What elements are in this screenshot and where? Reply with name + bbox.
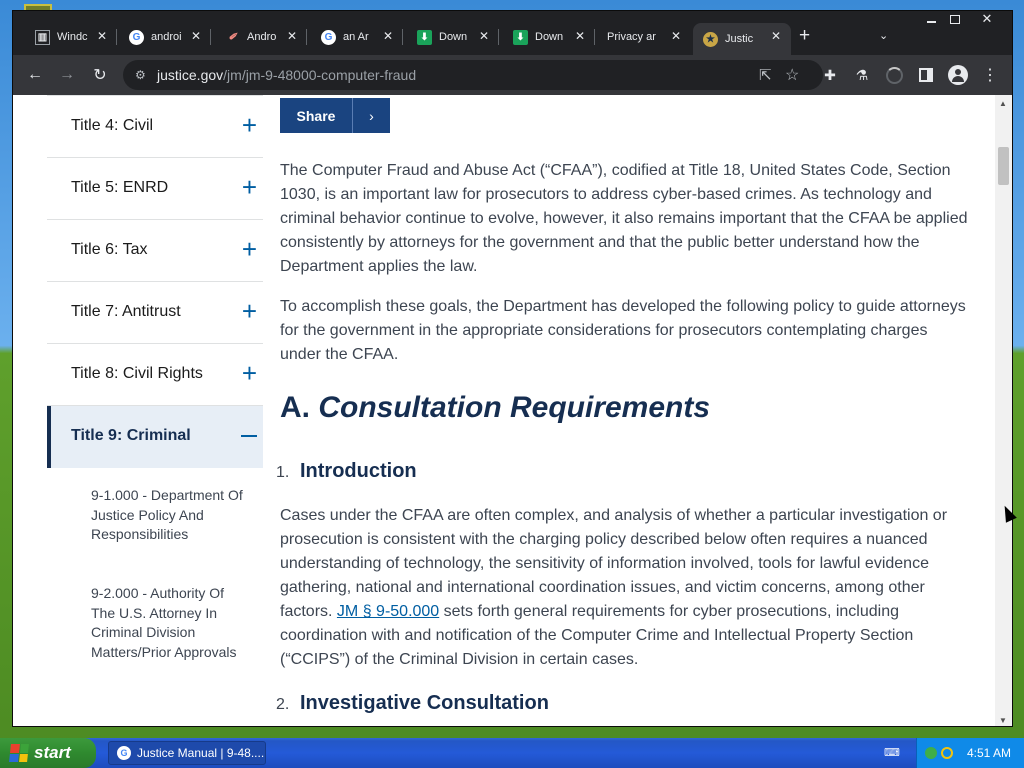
jm-9-50000-link[interactable]: JM § 9-50.000	[337, 603, 439, 620]
taskbar: start G Justice Manual | 9-48.... ⌨ 4:51…	[0, 738, 1024, 768]
sidebar-item-title-6[interactable]: Title 6: Tax +	[47, 220, 263, 282]
expand-plus-icon[interactable]: +	[242, 110, 257, 140]
expand-plus-icon[interactable]: +	[242, 172, 257, 202]
system-tray: 4:51 AM	[916, 738, 1024, 768]
android-icon: ✐	[228, 31, 237, 43]
sidebar-item-title-7[interactable]: Title 7: Antitrust +	[47, 282, 263, 344]
download-icon: ⬇	[417, 29, 432, 45]
loading-spinner-icon	[883, 64, 905, 86]
bookmark-star-icon[interactable]: ☆	[785, 65, 799, 85]
scroll-down-arrow-icon[interactable]: ▼	[999, 716, 1007, 725]
close-tab-icon[interactable]: ✕	[575, 29, 585, 43]
menu-kebab-icon[interactable]: ⋮	[979, 64, 1001, 86]
tab-android[interactable]: ✐ Andro ✕	[215, 23, 307, 51]
download-icon: ⬇	[513, 29, 528, 45]
window-icon: ▥	[35, 29, 50, 45]
extensions-puzzle-icon[interactable]: ✚	[819, 64, 841, 86]
sidebar-item-title-8[interactable]: Title 8: Civil Rights +	[47, 344, 263, 406]
page-viewport: Title 4: Civil + Title 5: ENRD + Title 6…	[13, 95, 1012, 726]
sidebar-subitem-9-2000[interactable]: 9-2.000 - Authority Of The U.S. Attorney…	[91, 584, 251, 662]
close-tab-icon[interactable]: ✕	[479, 29, 489, 43]
network-icon[interactable]	[925, 747, 937, 759]
labs-flask-icon[interactable]: ⚗	[851, 64, 873, 86]
subsection-investigative-consultation-heading: 2. Investigative Consultation	[276, 692, 549, 714]
doj-seal-icon: ★	[703, 31, 718, 47]
intro-paragraph-1: The Computer Fraud and Abuse Act (“CFAA”…	[280, 162, 968, 275]
forward-arrow-icon[interactable]: →	[55, 63, 79, 87]
tab-an-android-search[interactable]: G an Ar ✕	[311, 23, 403, 51]
clock[interactable]: 4:51 AM	[967, 746, 1011, 760]
tab-privacy[interactable]: Privacy ar ✕	[597, 23, 691, 51]
google-icon: G	[129, 29, 144, 45]
sidebar-item-title-5[interactable]: Title 5: ENRD +	[47, 158, 263, 220]
justice-manual-sidebar: Title 4: Civil + Title 5: ENRD + Title 6…	[47, 95, 263, 660]
chrome-icon: G	[117, 746, 131, 760]
section-a-heading: A. Consultation Requirements	[280, 391, 711, 424]
close-tab-icon[interactable]: ✕	[97, 29, 107, 43]
profile-avatar-icon[interactable]	[947, 64, 969, 86]
new-tab-button[interactable]: +	[799, 26, 810, 45]
close-tab-icon[interactable]: ✕	[671, 29, 681, 43]
minimize-button[interactable]	[919, 11, 943, 27]
taskbar-chrome-window[interactable]: G Justice Manual | 9-48....	[108, 741, 266, 765]
tab-search-chevron-down-icon[interactable]: ⌄	[879, 29, 888, 42]
subsection-introduction-heading: 1. Introduction	[276, 460, 417, 482]
introduction-paragraph: Cases under the CFAA are often complex, …	[280, 507, 948, 668]
intro-paragraph-2: To accomplish these goals, the Departmen…	[280, 298, 966, 363]
sidebar-item-title-4[interactable]: Title 4: Civil +	[47, 95, 263, 158]
browser-toolbar: ← → ↻ ⚙ justice.gov/jm/jm-9-48000-comput…	[13, 55, 1012, 95]
chevron-right-icon: ›	[352, 98, 390, 133]
url-text[interactable]: justice.gov/jm/jm-9-48000-computer-fraud	[157, 67, 416, 83]
keyboard-icon[interactable]: ⌨	[884, 746, 900, 759]
tab-strip: ▥ Windc ✕ G androi ✕ ✐ Andro ✕ G an Ar ✕…	[13, 11, 1012, 55]
start-button[interactable]: start	[0, 738, 96, 768]
reload-icon[interactable]: ↻	[88, 63, 112, 87]
close-tab-icon[interactable]: ✕	[287, 29, 297, 43]
expand-plus-icon[interactable]: +	[242, 296, 257, 326]
scrollbar-thumb[interactable]	[998, 147, 1009, 185]
close-tab-icon[interactable]: ✕	[191, 29, 201, 43]
page-scrollbar[interactable]: ▲ ▼	[995, 95, 1012, 726]
tab-download-1[interactable]: ⬇ Down ✕	[407, 23, 499, 51]
close-tab-icon[interactable]: ✕	[771, 29, 781, 43]
close-window-button[interactable]: ✕	[975, 11, 999, 27]
search-icon[interactable]	[941, 747, 953, 759]
address-bar[interactable]: ⚙ justice.gov/jm/jm-9-48000-computer-fra…	[123, 60, 823, 90]
maximize-button[interactable]	[943, 11, 967, 27]
close-tab-icon[interactable]: ✕	[383, 29, 393, 43]
collapse-minus-icon[interactable]	[241, 435, 257, 437]
sidebar-item-title-9[interactable]: Title 9: Criminal	[47, 406, 263, 468]
tab-windows[interactable]: ▥ Windc ✕	[25, 23, 117, 51]
windows-flag-icon	[9, 744, 29, 762]
expand-plus-icon[interactable]: +	[242, 358, 257, 388]
side-panel-icon[interactable]	[915, 64, 937, 86]
scroll-up-arrow-icon[interactable]: ▲	[999, 99, 1007, 108]
chrome-window: ▥ Windc ✕ G androi ✕ ✐ Andro ✕ G an Ar ✕…	[12, 10, 1013, 727]
expand-plus-icon[interactable]: +	[242, 234, 257, 264]
google-icon: G	[321, 29, 336, 45]
tab-download-2[interactable]: ⬇ Down ✕	[503, 23, 595, 51]
sidebar-subitem-9-1000[interactable]: 9-1.000 - Department Of Justice Policy A…	[91, 486, 251, 545]
tab-android-search[interactable]: G androi ✕	[119, 23, 211, 51]
share-page-icon[interactable]: ⇱	[759, 66, 772, 84]
share-button[interactable]: Share ›	[280, 98, 390, 133]
site-settings-icon[interactable]: ⚙	[135, 68, 149, 82]
back-arrow-icon[interactable]: ←	[23, 63, 47, 87]
tab-justice-active[interactable]: ★ Justic ✕	[693, 23, 791, 55]
